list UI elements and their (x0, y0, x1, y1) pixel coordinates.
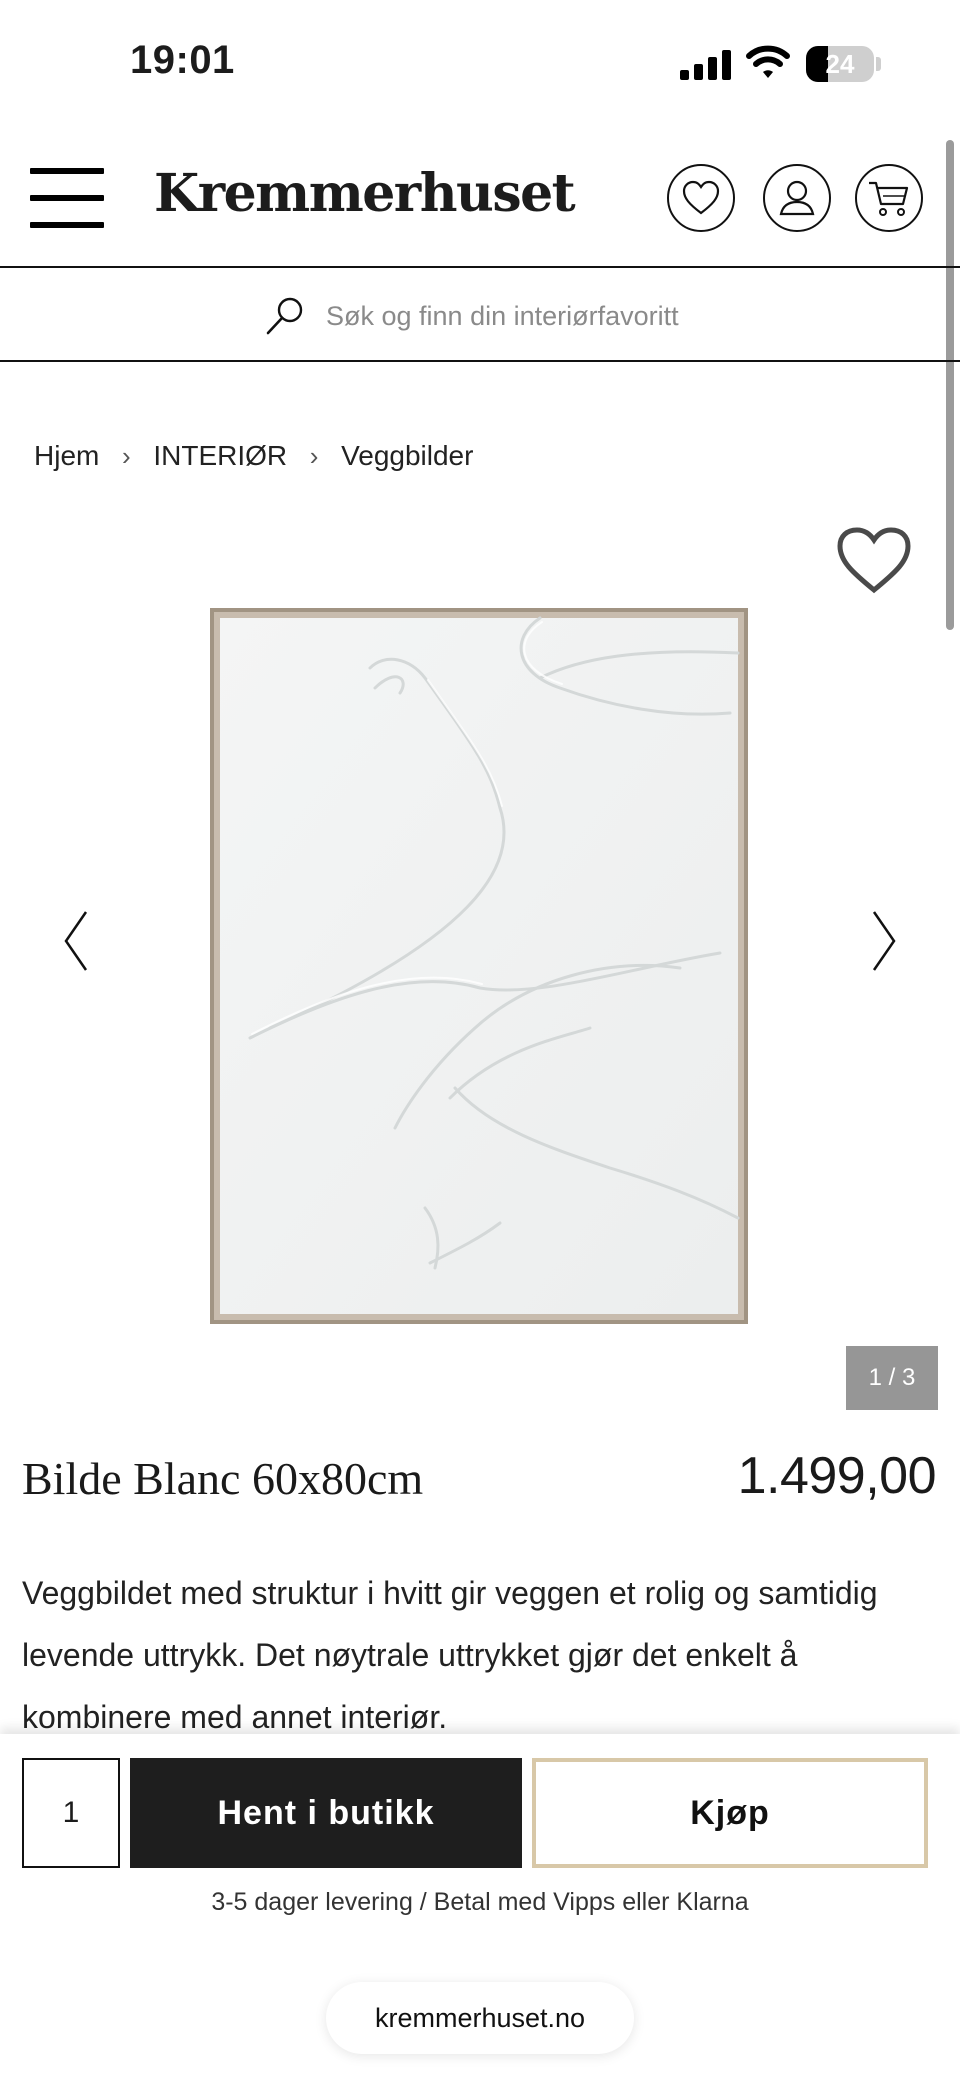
menu-icon[interactable] (30, 168, 104, 228)
battery-cap (876, 57, 881, 71)
delivery-info: 3-5 dager levering / Betal med Vipps ell… (211, 1888, 749, 1916)
search-icon[interactable] (264, 295, 306, 337)
signal-icon (680, 48, 732, 80)
breadcrumb: Hjem › INTERIØR › Veggbilder (34, 436, 473, 476)
wifi-icon (746, 45, 790, 78)
pickup-in-store-button[interactable]: Hent i butikk (130, 1758, 522, 1868)
chevron-left-icon[interactable] (60, 908, 90, 974)
breadcrumb-home[interactable]: Hjem (34, 440, 99, 472)
gallery-counter: 1 / 3 (846, 1346, 938, 1410)
user-icon (779, 180, 815, 216)
browser-url-bar[interactable]: kremmerhuset.no (326, 1982, 634, 2054)
breadcrumb-interior[interactable]: INTERIØR (153, 440, 287, 472)
product-description: Veggbildet med struktur i hvitt gir vegg… (22, 1575, 878, 1735)
search-input[interactable]: Søk og finn din interiørfavoritt (326, 296, 679, 336)
site-logo[interactable]: Kremmerhuset (154, 163, 576, 224)
product-price: 1.499,00 (737, 1447, 937, 1505)
breadcrumb-chevron-icon: › (122, 440, 131, 471)
product-title: Bilde Blanc 60x80cm (22, 1453, 424, 1504)
breadcrumb-wall-pictures[interactable]: Veggbilder (341, 440, 473, 472)
heart-icon (682, 180, 720, 215)
favorite-icon[interactable] (834, 524, 914, 596)
product-image[interactable] (210, 608, 748, 1324)
status-time: 19:01 (130, 38, 235, 82)
buy-button[interactable]: Kjøp (532, 1758, 928, 1868)
battery-percentage: 24 (825, 49, 855, 79)
breadcrumb-chevron-icon: › (309, 440, 319, 471)
quantity-input[interactable]: 1 (22, 1758, 120, 1868)
page-scrollbar[interactable] (946, 140, 954, 630)
wishlist-button[interactable] (667, 164, 735, 232)
cart-button[interactable] (855, 164, 923, 232)
account-button[interactable] (763, 164, 831, 232)
cart-icon (869, 181, 909, 216)
chevron-right-icon[interactable] (870, 908, 900, 974)
